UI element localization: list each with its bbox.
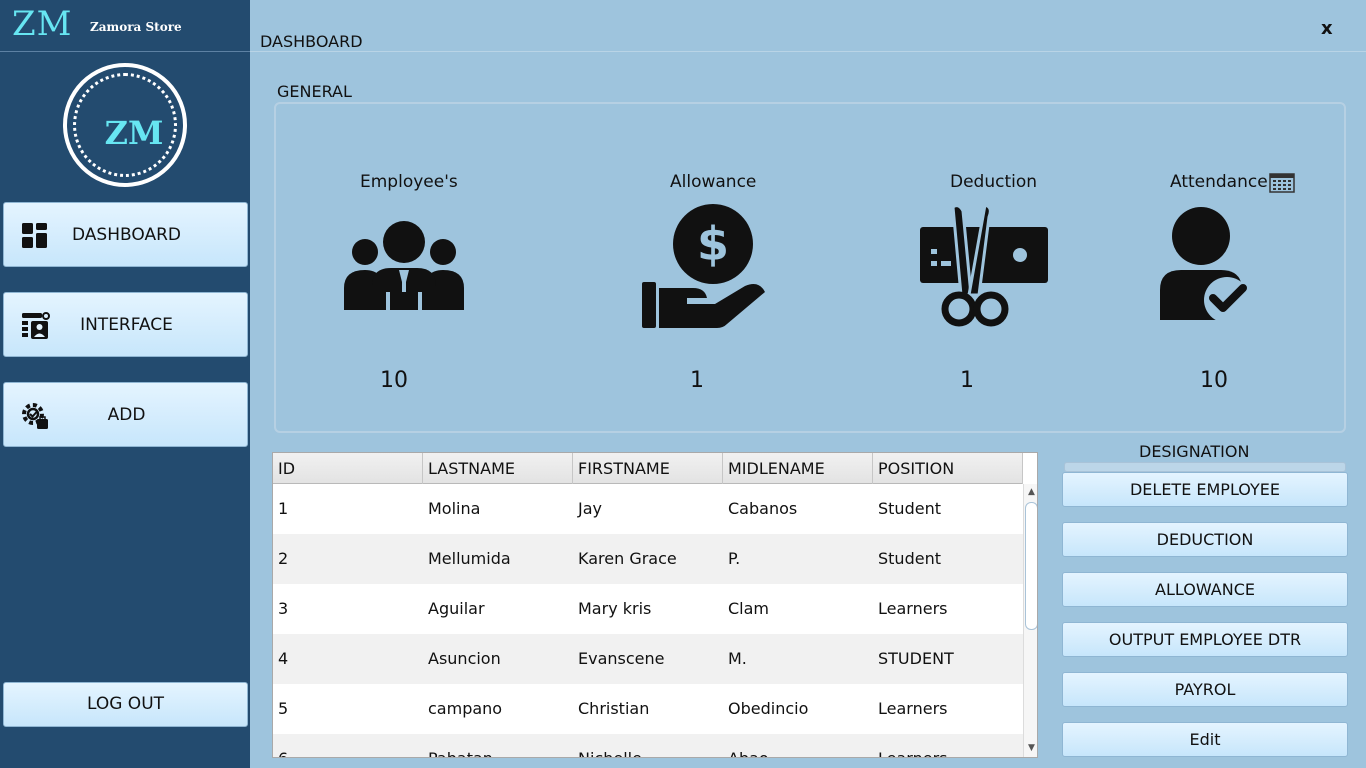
nav-interface-label: INTERFACE — [80, 315, 173, 335]
cell-position: Learners — [873, 734, 947, 757]
designation-label: DESIGNATION — [1139, 442, 1250, 461]
brand-name: Zamora Store — [90, 20, 182, 34]
column-header-position[interactable]: POSITION — [873, 453, 1023, 484]
cell-id: 6 — [273, 734, 288, 757]
table-header: ID LASTNAME FIRSTNAME MIDLENAME POSITION — [273, 453, 1023, 484]
table-row[interactable]: 5 campano Christian Obedincio Learners — [273, 684, 1023, 734]
deduction-button[interactable]: DEDUCTION — [1062, 522, 1348, 557]
deduction-scissors-icon — [920, 203, 1048, 327]
cell-firstname: Karen Grace — [578, 549, 677, 568]
cell-middlename: P. — [728, 549, 741, 568]
edit-button[interactable]: Edit — [1062, 722, 1348, 757]
column-header-firstname[interactable]: FIRSTNAME — [573, 453, 723, 484]
allowance-button[interactable]: ALLOWANCE — [1062, 572, 1348, 607]
allowance-stat-title: Allowance — [670, 172, 757, 192]
cell-firstname: Evanscene — [578, 649, 665, 668]
column-header-lastname[interactable]: LASTNAME — [423, 453, 573, 484]
cell-id: 5 — [278, 699, 289, 718]
table-scrollbar[interactable]: ▲ ▼ — [1023, 484, 1037, 757]
cell-id: 2 — [278, 549, 289, 568]
nav-interface-button[interactable]: INTERFACE — [3, 292, 248, 357]
logout-button[interactable]: LOG OUT — [3, 682, 248, 727]
table-row[interactable]: 6 Pabatan Nichelle Abao Learners — [273, 734, 1023, 757]
logo-text: ZM — [104, 114, 164, 152]
cell-firstname: Nichelle — [573, 734, 642, 757]
cell-position: STUDENT — [878, 649, 954, 668]
cell-firstname: Christian — [578, 699, 650, 718]
svg-text:$: $ — [697, 217, 729, 271]
nav-add-button[interactable]: ADD — [3, 382, 248, 447]
cell-firstname: Mary kris — [578, 599, 652, 618]
cell-position: Student — [878, 549, 941, 568]
designation-bar — [1064, 462, 1346, 472]
cell-lastname: Mellumida — [428, 549, 511, 568]
store-logo: ZM — [63, 63, 187, 187]
logo-dotted-ring: ZM — [73, 73, 177, 177]
deduction-stat-title: Deduction — [950, 172, 1038, 192]
cell-lastname: Asuncion — [428, 649, 501, 668]
cell-id: 3 — [278, 599, 289, 618]
deduction-stat-value: 1 — [960, 368, 974, 393]
employees-icon — [344, 221, 464, 310]
cell-middlename: Cabanos — [728, 499, 798, 518]
table-row[interactable]: 1 Molina Jay Cabanos Student — [273, 484, 1023, 534]
nav-dashboard-button[interactable]: DASHBOARD — [3, 202, 248, 267]
column-header-middlename[interactable]: MIDLENAME — [723, 453, 873, 484]
payroll-button[interactable]: PAYROL — [1062, 672, 1348, 707]
nav-add-label: ADD — [107, 405, 146, 425]
general-section-label: GENERAL — [277, 82, 352, 101]
table-row[interactable]: 4 Asuncion Evanscene M. STUDENT — [273, 634, 1023, 684]
header-divider — [250, 51, 1366, 52]
page-title: DASHBOARD — [260, 32, 363, 51]
cell-lastname: campano — [428, 699, 503, 718]
cell-position: Student — [878, 499, 941, 518]
scrollbar-thumb[interactable] — [1025, 502, 1037, 630]
attendance-user-check-icon — [1160, 207, 1250, 323]
output-employee-dtr-button[interactable]: OUTPUT EMPLOYEE DTR — [1062, 622, 1348, 657]
employees-stat-value: 10 — [380, 368, 408, 393]
cell-middlename: Clam — [728, 599, 770, 618]
cell-lastname: Molina — [428, 499, 481, 518]
attendance-stat-value: 10 — [1200, 368, 1228, 393]
cell-lastname: Pabatan — [423, 734, 493, 757]
column-header-id[interactable]: ID — [273, 453, 423, 484]
scroll-up-arrow-icon[interactable]: ▲ — [1025, 486, 1037, 498]
delete-employee-button[interactable]: DELETE EMPLOYEE — [1062, 472, 1348, 507]
brand-logo-text: ZM — [12, 4, 73, 44]
attendance-stat-title: Attendance — [1170, 172, 1268, 192]
cell-id: 1 — [278, 499, 289, 518]
cell-middlename: M. — [728, 649, 747, 668]
employee-table[interactable]: ID LASTNAME FIRSTNAME MIDLENAME POSITION… — [272, 452, 1038, 758]
nav-dashboard-label: DASHBOARD — [72, 225, 181, 245]
cell-id: 4 — [278, 649, 289, 668]
sidebar: ZM Zamora Store ZM DASHBOARD INTERFACE A… — [0, 0, 250, 768]
allowance-icon: $ — [642, 204, 765, 328]
allowance-stat-value: 1 — [690, 368, 704, 393]
brand-header: ZM Zamora Store — [0, 0, 250, 52]
cell-firstname: Jay — [578, 499, 602, 518]
cell-middlename: Obedincio — [728, 699, 809, 718]
cell-position: Learners — [878, 599, 948, 618]
close-button[interactable]: x — [1321, 18, 1333, 39]
cell-position: Learners — [878, 699, 948, 718]
scroll-down-arrow-icon[interactable]: ▼ — [1025, 742, 1037, 754]
table-row[interactable]: 2 Mellumida Karen Grace P. Student — [273, 534, 1023, 584]
employees-stat-title: Employee's — [360, 172, 458, 192]
calendar-icon[interactable] — [1269, 171, 1295, 193]
cell-lastname: Aguilar — [428, 599, 485, 618]
table-row[interactable]: 3 Aguilar Mary kris Clam Learners — [273, 584, 1023, 634]
cell-middlename: Abao — [723, 734, 769, 757]
